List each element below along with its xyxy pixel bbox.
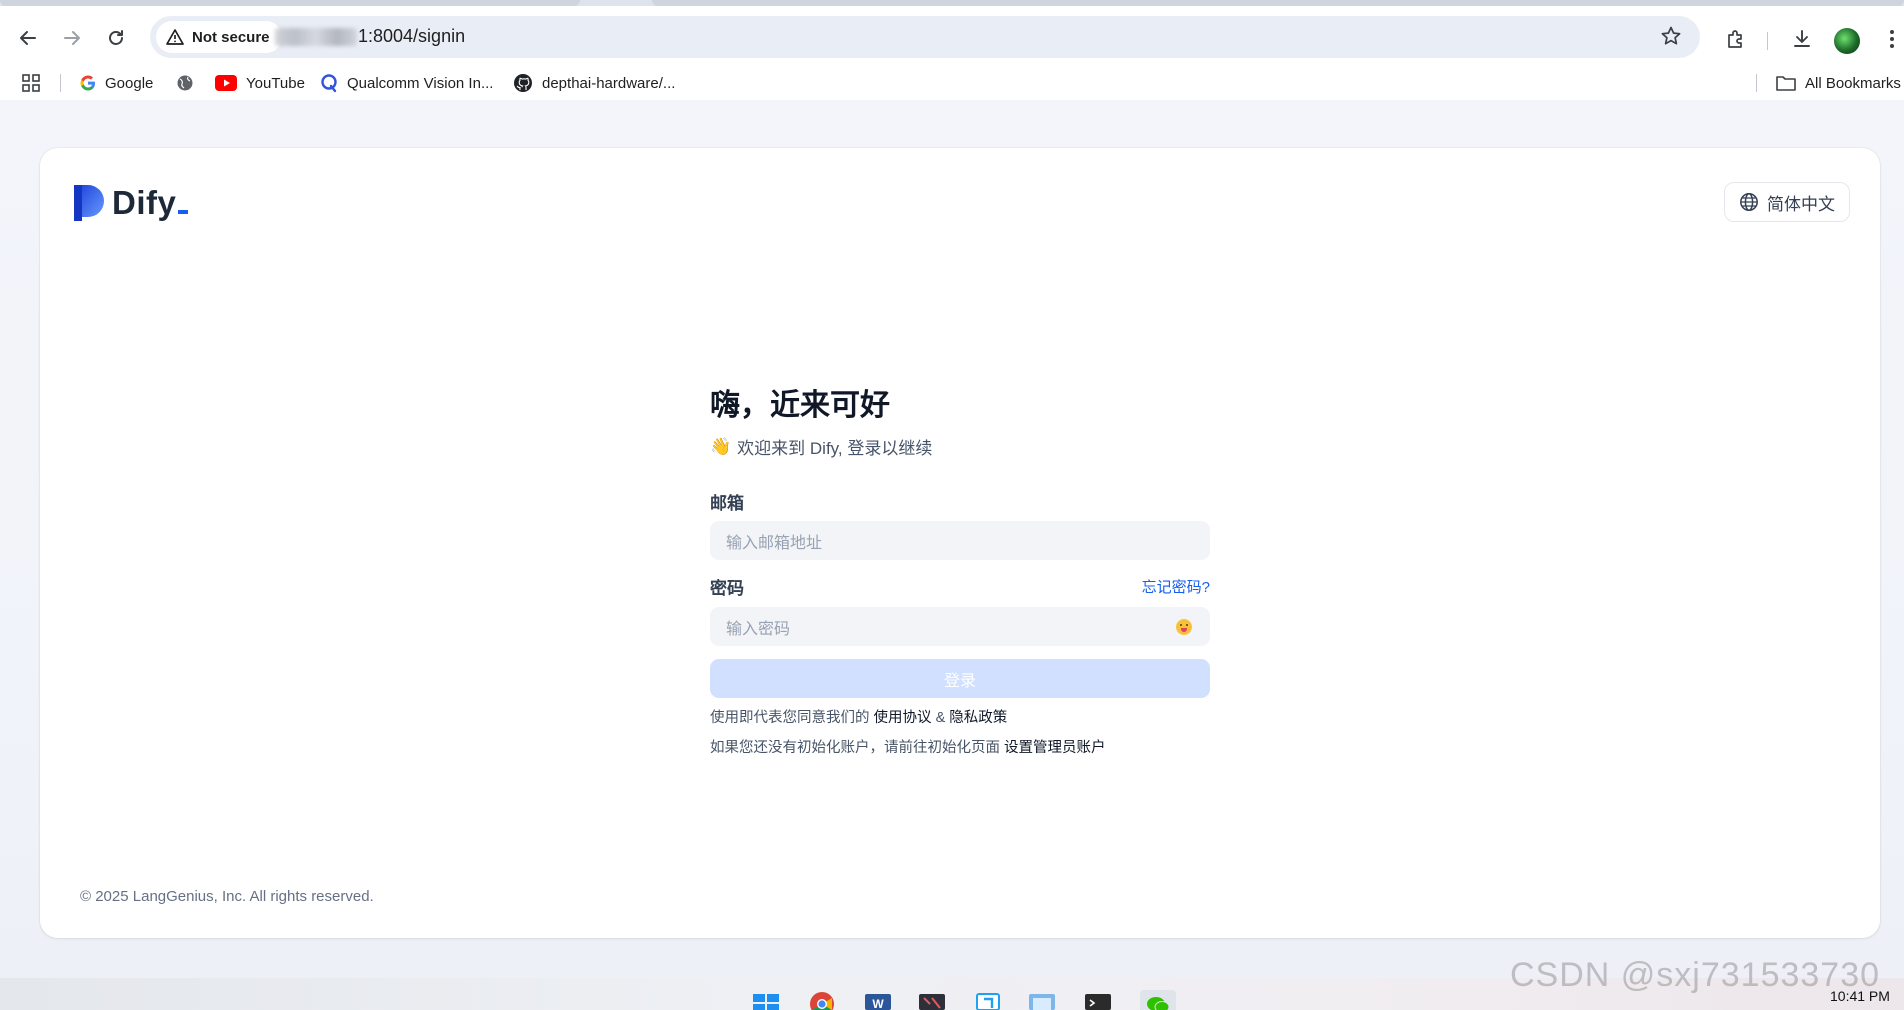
watermark: CSDN @sxj731533730 bbox=[1510, 956, 1881, 994]
bookmark-label: YouTube bbox=[246, 74, 305, 92]
email-field[interactable]: 输入邮箱地址 bbox=[710, 521, 1210, 560]
init-note: 如果您还没有初始化账户，请前往初始化页面 设置管理员账户 bbox=[710, 738, 1210, 758]
terminal-taskbar-icon[interactable] bbox=[1084, 990, 1112, 1010]
bookmark-qualcomm[interactable]: Qualcomm Vision In... bbox=[320, 70, 493, 96]
bookmarks-bar: Google YouTube Qualcomm Vision In... dep… bbox=[0, 66, 1904, 100]
google-icon bbox=[80, 75, 95, 91]
app-taskbar-icon[interactable] bbox=[918, 990, 946, 1010]
browser-menu-button[interactable] bbox=[1880, 27, 1904, 51]
browser-toolbar: Not secure 1:8004/signin bbox=[0, 6, 1904, 66]
back-button[interactable] bbox=[12, 22, 44, 54]
word-taskbar-icon[interactable]: W bbox=[864, 990, 892, 1010]
arrow-left-icon bbox=[20, 31, 36, 45]
download-icon bbox=[1794, 30, 1810, 47]
signin-form: 嗨，近来可好 👋 欢迎来到 Dify, 登录以继续 邮箱 输入邮箱地址 密码 忘… bbox=[710, 386, 1210, 758]
svg-text:W: W bbox=[872, 997, 884, 1010]
wechat-taskbar-icon[interactable] bbox=[1140, 990, 1176, 1010]
all-bookmarks-label: All Bookmarks bbox=[1805, 74, 1901, 92]
star-icon bbox=[1661, 26, 1681, 45]
chrome-taskbar-icon[interactable] bbox=[808, 990, 836, 1010]
folder-icon bbox=[1776, 76, 1796, 91]
puzzle-icon bbox=[1728, 30, 1742, 48]
forward-button[interactable] bbox=[56, 22, 88, 54]
apps-button[interactable] bbox=[22, 70, 40, 96]
password-label-row: 密码 忘记密码? bbox=[710, 574, 1210, 599]
language-selector[interactable]: 简体中文 bbox=[1724, 182, 1850, 222]
signin-button[interactable]: 登录 bbox=[710, 659, 1210, 698]
app-taskbar-icon[interactable] bbox=[1028, 990, 1056, 1010]
email-label: 邮箱 bbox=[710, 494, 744, 513]
bookmark-globe[interactable] bbox=[176, 70, 194, 96]
terms-prefix: 使用即代表您同意我们的 bbox=[710, 710, 870, 726]
extensions-button[interactable] bbox=[1724, 27, 1748, 51]
setup-admin-link[interactable]: 设置管理员账户 bbox=[1004, 740, 1106, 756]
profile-avatar[interactable] bbox=[1834, 28, 1860, 54]
language-label: 简体中文 bbox=[1767, 194, 1835, 214]
bookmark-label: Google bbox=[105, 74, 154, 92]
bookmark-google[interactable]: Google bbox=[80, 70, 153, 96]
all-bookmarks-button[interactable]: All Bookmarks bbox=[1776, 70, 1901, 96]
dify-logo-icon bbox=[74, 185, 104, 221]
redacted-host bbox=[275, 28, 357, 46]
warning-icon bbox=[166, 29, 184, 45]
password-field[interactable]: 输入密码 bbox=[710, 607, 1210, 646]
forgot-password-link[interactable]: 忘记密码? bbox=[1142, 576, 1210, 597]
logo-cursor bbox=[178, 210, 189, 214]
globe-icon bbox=[1740, 193, 1758, 211]
dify-logo[interactable]: Dify bbox=[72, 184, 189, 222]
page-subtitle: 👋 欢迎来到 Dify, 登录以继续 bbox=[710, 434, 1210, 459]
windows-icon bbox=[753, 994, 779, 1010]
bookmark-star-button[interactable] bbox=[1660, 25, 1682, 52]
globe-icon bbox=[177, 75, 193, 91]
privacy-link[interactable]: 隐私政策 bbox=[949, 710, 1007, 726]
github-icon bbox=[514, 74, 532, 92]
site-info-chip[interactable]: Not secure bbox=[156, 21, 282, 53]
bookmark-label: Qualcomm Vision In... bbox=[347, 74, 494, 92]
terms-ampersand: & bbox=[935, 710, 946, 726]
app-taskbar-icon[interactable] bbox=[974, 990, 1002, 1010]
subtitle-text: 欢迎来到 Dify, 登录以继续 bbox=[737, 439, 933, 458]
kebab-menu-icon bbox=[1890, 30, 1894, 48]
toolbar-divider bbox=[1767, 32, 1768, 50]
downloads-button[interactable] bbox=[1790, 27, 1814, 51]
reload-icon bbox=[109, 30, 123, 45]
reload-button[interactable] bbox=[100, 22, 132, 54]
password-label: 密码 bbox=[710, 579, 744, 598]
page-title: 嗨，近来可好 bbox=[710, 389, 890, 422]
page-viewport: Dify 简体中文 嗨，近来可好 👋 欢迎来到 Dify, 登录以继续 邮箱 输… bbox=[0, 100, 1904, 978]
arrow-right-icon bbox=[64, 31, 80, 45]
start-button[interactable] bbox=[752, 990, 780, 1010]
init-prefix: 如果您还没有初始化账户，请前往初始化页面 bbox=[710, 740, 1000, 756]
bookmark-github[interactable]: depthai-hardware/... bbox=[513, 70, 675, 96]
bookmarks-divider bbox=[1756, 74, 1757, 92]
waving-hand-icon: 👋 bbox=[710, 436, 732, 456]
youtube-icon bbox=[215, 75, 237, 91]
url-text[interactable]: 1:8004/signin bbox=[358, 26, 465, 47]
copyright: © 2025 LangGenius, Inc. All rights reser… bbox=[80, 888, 374, 905]
email-placeholder: 输入邮箱地址 bbox=[726, 534, 823, 552]
qualcomm-icon bbox=[321, 74, 337, 93]
password-placeholder: 输入密码 bbox=[726, 620, 791, 638]
address-bar[interactable]: Not secure 1:8004/signin bbox=[150, 16, 1700, 58]
terms-note: 使用即代表您同意我们的 使用协议 & 隐私政策 bbox=[710, 708, 1210, 728]
logo-text: Dify bbox=[112, 184, 189, 222]
security-label: Not secure bbox=[192, 28, 270, 46]
bookmark-youtube[interactable]: YouTube bbox=[215, 70, 305, 96]
bookmarks-divider bbox=[60, 74, 61, 92]
terms-link[interactable]: 使用协议 bbox=[874, 710, 932, 726]
bookmark-label: depthai-hardware/... bbox=[542, 74, 676, 92]
signin-card: Dify 简体中文 嗨，近来可好 👋 欢迎来到 Dify, 登录以继续 邮箱 输… bbox=[40, 148, 1880, 938]
apps-grid-icon bbox=[22, 74, 40, 92]
show-password-icon[interactable] bbox=[1176, 619, 1192, 635]
